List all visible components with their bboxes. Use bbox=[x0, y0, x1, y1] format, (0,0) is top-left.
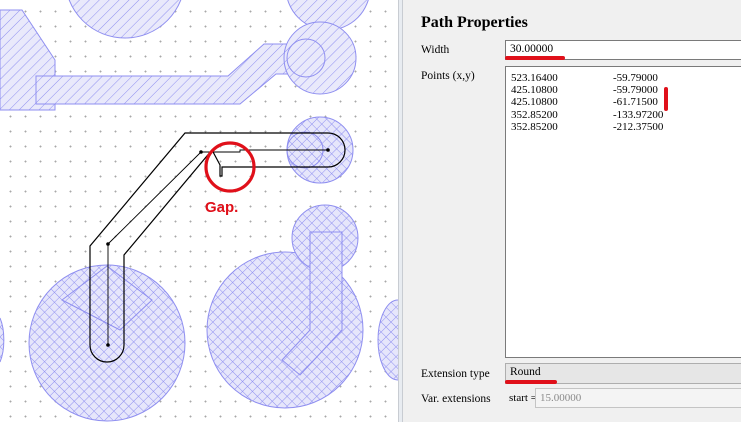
pad-top-left bbox=[68, 0, 182, 39]
point-y: -61.71500 bbox=[613, 96, 658, 109]
point-row[interactable]: 352.85200 -133.97200 bbox=[511, 109, 741, 121]
var-extensions-label: Var. extensions bbox=[421, 393, 491, 405]
points-highlight-mark bbox=[664, 87, 668, 111]
layout-canvas[interactable]: Gap. bbox=[0, 0, 398, 422]
point-x: 425.10800 bbox=[511, 96, 558, 109]
points-list[interactable]: 523.16400 -59.79000 425.10800 -59.79000 … bbox=[505, 66, 741, 358]
width-label: Width bbox=[421, 44, 450, 56]
start-label: start = bbox=[509, 392, 537, 404]
path-properties-panel: Path Properties Width 30.00000 Points (x… bbox=[403, 0, 741, 422]
point-y: -59.79000 bbox=[613, 72, 658, 84]
points-label: Points (x,y) bbox=[421, 70, 475, 82]
point-x: 425.10800 bbox=[511, 84, 558, 97]
point-row[interactable]: 352.85200 -212.37500 bbox=[511, 121, 741, 133]
pad-right-edge bbox=[377, 299, 398, 381]
point-y: -212.37500 bbox=[613, 120, 664, 133]
point-row[interactable]: 425.10800 -59.79000 bbox=[511, 84, 741, 96]
pad-right-upper bbox=[283, 21, 357, 95]
trace-horizontal-upper bbox=[35, 43, 321, 105]
extension-type-label: Extension type bbox=[421, 368, 490, 380]
point-x: 523.16400 bbox=[511, 72, 558, 84]
point-y: -133.97200 bbox=[613, 108, 664, 121]
point-y: -59.79000 bbox=[613, 84, 658, 97]
layout-drawing[interactable]: Gap. bbox=[0, 0, 398, 422]
pad-left-edge bbox=[0, 317, 5, 363]
panel-title: Path Properties bbox=[421, 14, 528, 31]
point-row[interactable]: 425.10800 -61.71500 bbox=[511, 96, 741, 108]
width-underline-mark bbox=[505, 56, 565, 60]
start-extension-field[interactable]: 15.00000 bbox=[535, 388, 741, 408]
extension-underline-mark bbox=[505, 380, 557, 384]
point-x: 352.85200 bbox=[511, 120, 558, 133]
gap-annotation-label: Gap. bbox=[205, 199, 238, 216]
point-x: 352.85200 bbox=[511, 108, 558, 121]
point-row[interactable]: 523.16400 -59.79000 bbox=[511, 72, 741, 84]
